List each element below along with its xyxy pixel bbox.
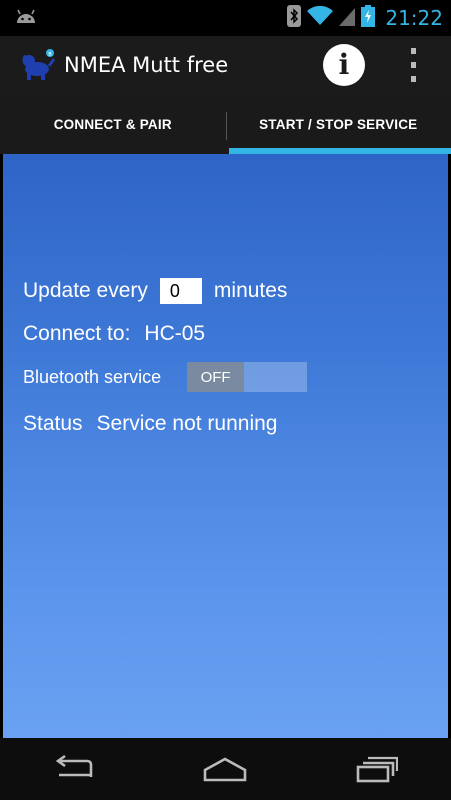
tab-start-stop-service[interactable]: START / STOP SERVICE xyxy=(226,94,451,154)
app-title: NMEA Mutt free xyxy=(64,53,229,77)
back-icon[interactable] xyxy=(45,749,105,789)
wifi-icon xyxy=(307,5,334,30)
bluetooth-icon xyxy=(287,5,302,31)
tab-connect-pair[interactable]: CONNECT & PAIR xyxy=(0,94,226,154)
update-row: Update every minutes xyxy=(23,278,287,304)
tab-label: START / STOP SERVICE xyxy=(259,116,418,132)
app-logo-icon[interactable]: ʙ xyxy=(20,47,56,83)
recent-apps-icon[interactable] xyxy=(346,749,406,789)
bluetooth-service-toggle[interactable]: OFF xyxy=(187,362,308,392)
navigation-bar xyxy=(0,738,451,800)
info-button[interactable]: i xyxy=(323,44,365,86)
toggle-state: OFF xyxy=(187,362,245,392)
info-icon: i xyxy=(338,48,350,81)
connect-label: Connect to: xyxy=(23,322,131,345)
action-bar: ʙ NMEA Mutt free i xyxy=(0,36,451,94)
connect-row: Connect to: HC-05 xyxy=(23,322,205,346)
bluetooth-service-row: Bluetooth service OFF xyxy=(23,362,308,392)
update-label: Update every xyxy=(23,279,148,302)
status-row: Status Service not running xyxy=(23,412,278,436)
home-icon[interactable] xyxy=(195,749,255,789)
bluetooth-service-label: Bluetooth service xyxy=(23,366,162,387)
update-unit: minutes xyxy=(213,279,288,302)
clock: 21:22 xyxy=(385,6,443,30)
signal-icon xyxy=(339,6,356,30)
status-label: Status xyxy=(23,412,83,435)
tab-divider xyxy=(226,112,227,140)
status-bar: 21:22 xyxy=(0,0,451,36)
battery-charging-icon xyxy=(361,5,376,31)
svg-text:ʙ: ʙ xyxy=(48,51,52,58)
main-content: Update every minutes Connect to: HC-05 B… xyxy=(3,154,448,738)
tab-label: CONNECT & PAIR xyxy=(53,116,172,132)
overflow-menu-icon[interactable] xyxy=(402,48,424,82)
status-value: Service not running xyxy=(96,412,278,435)
android-icon xyxy=(14,7,38,29)
connect-device: HC-05 xyxy=(144,322,206,345)
update-interval-input[interactable] xyxy=(159,278,202,304)
